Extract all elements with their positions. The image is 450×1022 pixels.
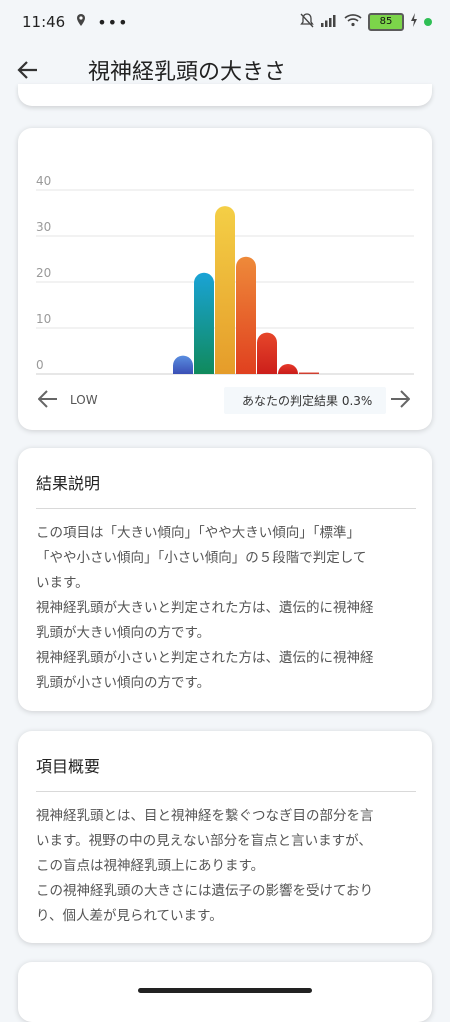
result-card-body: この項目は「大きい傾向」「やや大きい傾向」「標準」 「やや小さい傾向」「小さい傾… xyxy=(18,509,432,696)
chart-bar xyxy=(194,272,214,374)
previous-card-remnant xyxy=(18,84,432,106)
y-tick-label: 30 xyxy=(36,220,51,234)
notification-dot-icon xyxy=(424,18,432,26)
overview-card-body: 視神経乳頭とは、目と視神経を繋ぐつなぎ目の部分を言 います。視野の中の見えない部… xyxy=(18,792,432,929)
result-line: います。 xyxy=(36,575,89,591)
page-title: 視神経乳頭の大きさ xyxy=(88,60,287,85)
wifi-icon xyxy=(344,13,362,31)
overview-line: 視神経乳頭とは、目と視神経を繋ぐつなぎ目の部分を言 xyxy=(36,808,374,824)
signal-icon xyxy=(320,14,338,31)
mute-bell-icon xyxy=(300,12,314,32)
overview-card: 項目概要 視神経乳頭とは、目と視神経を繋ぐつなぎ目の部分を言 います。視野の中の… xyxy=(18,731,432,943)
status-time: 11:46 xyxy=(22,13,66,31)
result-line: この項目は「大きい傾向」「やや大きい傾向」「標準」 xyxy=(36,525,360,541)
home-indicator[interactable] xyxy=(138,988,312,993)
chart-nav-row: LOW あなたの判定結果 0.3% xyxy=(18,384,432,416)
result-explanation-card: 結果説明 この項目は「大きい傾向」「やや大きい傾向」「標準」 「やや小さい傾向」… xyxy=(18,448,432,711)
location-icon xyxy=(75,13,87,31)
chart-bar xyxy=(236,256,256,374)
chart-card: 40 30 20 10 0 LOW あなたの判定結果 0.3% xyxy=(18,128,432,430)
overview-card-title: 項目概要 xyxy=(36,731,416,792)
result-line: 視神経乳頭が大きいと判定された方は、遺伝的に視神経 xyxy=(36,600,374,616)
status-right: 85 xyxy=(300,12,432,32)
overview-line: この盲点は視神経乳頭上にあります。 xyxy=(36,858,265,874)
chart-bar xyxy=(173,355,193,374)
arrow-left-icon xyxy=(37,390,57,408)
y-tick-label: 10 xyxy=(36,312,51,326)
low-label: LOW xyxy=(70,393,98,407)
chart-prev-button[interactable] xyxy=(37,384,58,416)
y-tick-label: 40 xyxy=(36,174,51,188)
y-tick-label: 20 xyxy=(36,266,51,280)
more-dots-icon: ••• xyxy=(97,12,129,32)
result-line: 乳頭が小さい傾向の方です。 xyxy=(36,675,211,691)
arrow-right-icon xyxy=(391,390,411,408)
result-line: 「やや小さい傾向」「小さい傾向」の５段階で判定して xyxy=(36,550,367,566)
result-line: 乳頭が大きい傾向の方です。 xyxy=(36,625,211,641)
battery-icon: 85 xyxy=(368,13,404,31)
y-tick-label: 0 xyxy=(36,358,44,372)
overview-line: この視神経乳頭の大きさには遺伝子の影響を受けており xyxy=(36,883,374,899)
arrow-left-icon xyxy=(17,61,37,79)
overview-line: います。視野の中の見えない部分を盲点と言いますが、 xyxy=(36,833,372,849)
chart-bar xyxy=(257,332,277,374)
overview-line: り、個人差が見られています。 xyxy=(36,908,223,924)
chart-bar xyxy=(215,206,235,374)
result-card-title: 結果説明 xyxy=(36,448,416,509)
chart-next-button[interactable] xyxy=(390,384,411,416)
chart-bar xyxy=(278,364,298,374)
charging-icon xyxy=(410,13,418,31)
status-bar: 11:46 ••• 85 xyxy=(0,0,450,44)
result-line: 視神経乳頭が小さいと判定された方は、遺伝的に視神経 xyxy=(36,650,374,666)
chart-bar xyxy=(299,372,319,374)
verdict-label: あなたの判定結果 0.3% xyxy=(224,387,387,414)
status-left: 11:46 ••• xyxy=(22,13,129,32)
